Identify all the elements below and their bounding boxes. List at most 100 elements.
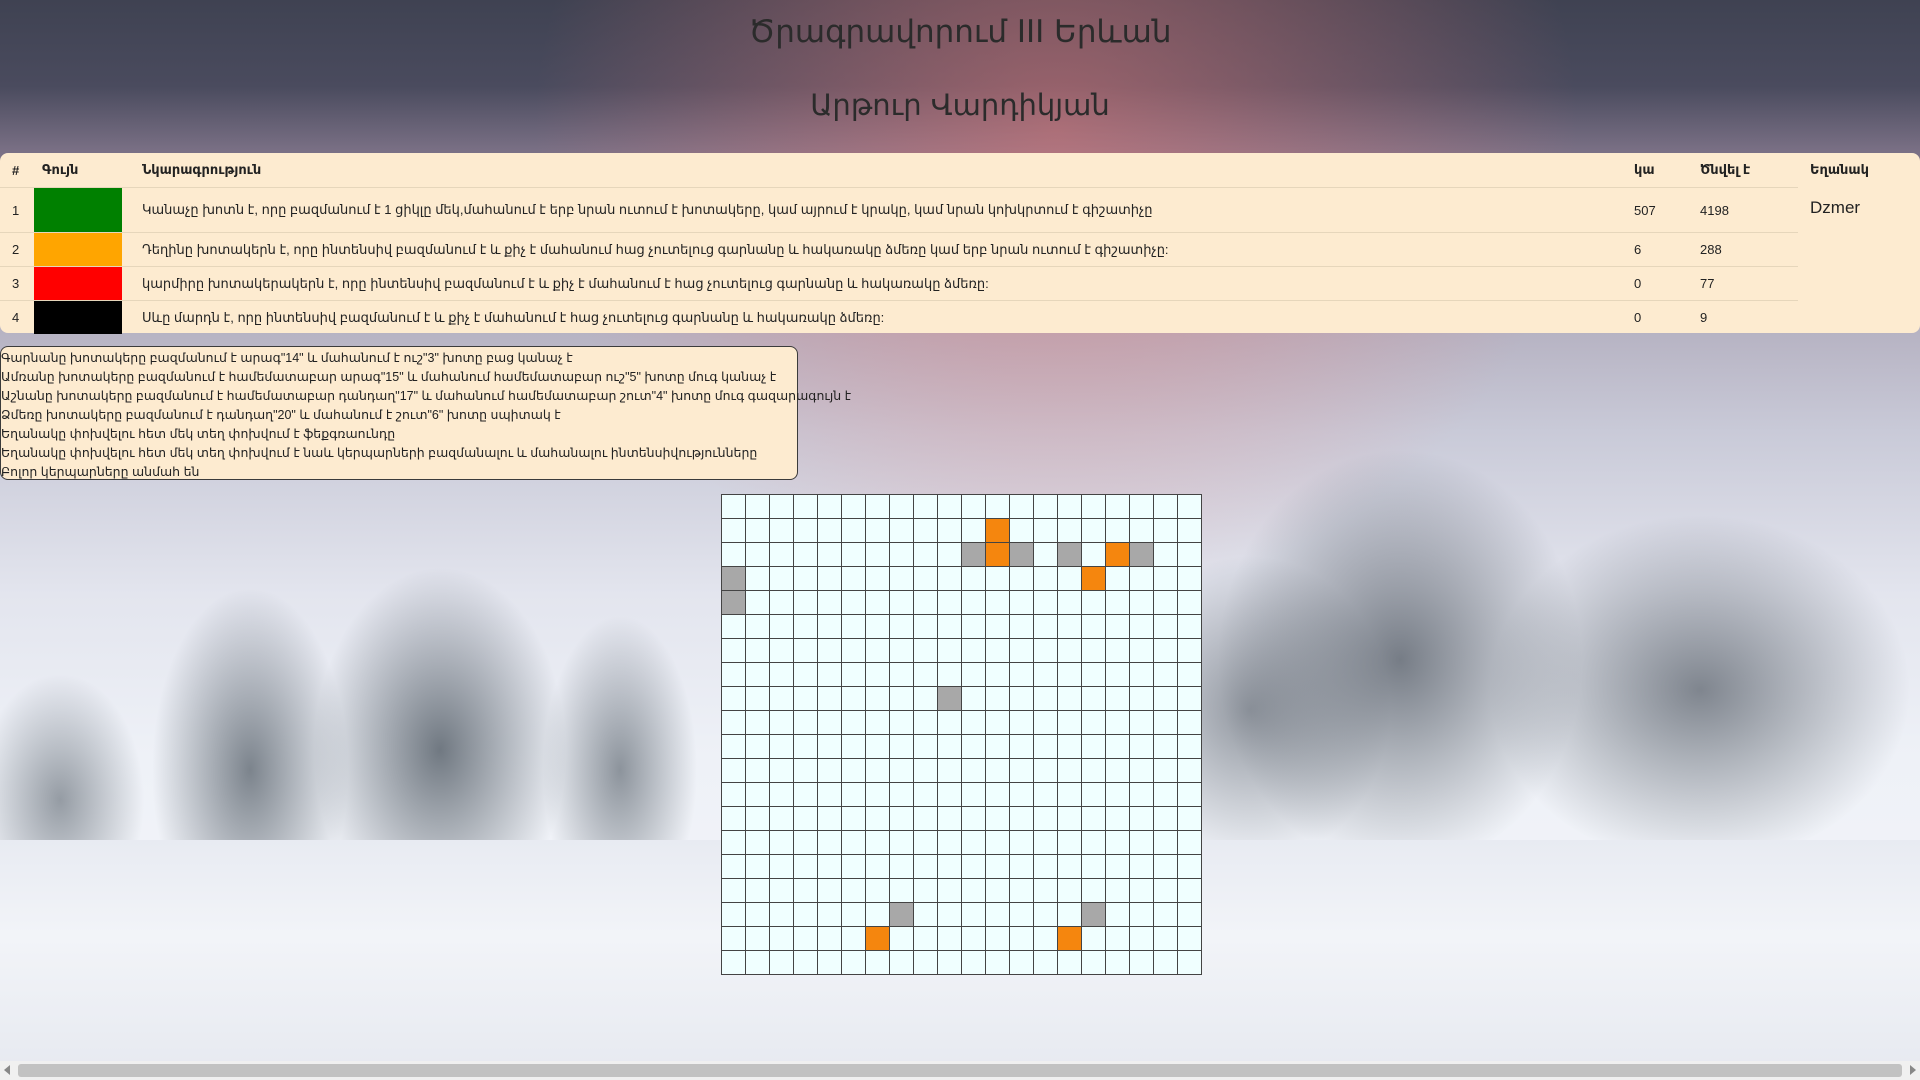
- grid-cell: [1130, 519, 1154, 543]
- grid-cell: [1106, 639, 1130, 663]
- grid-cell: [938, 639, 962, 663]
- grid-cell: [938, 927, 962, 951]
- grid-cell: [1010, 903, 1034, 927]
- grid-cell: [818, 495, 842, 519]
- grid-cell: [866, 879, 890, 903]
- grid-cell: [1130, 735, 1154, 759]
- grid-cell: [1010, 855, 1034, 879]
- weather-value: Dzmer: [1810, 197, 1861, 217]
- grid-cell: [1082, 663, 1106, 687]
- grid-cell: [818, 951, 842, 975]
- grid-cell: [770, 951, 794, 975]
- horizontal-scrollbar[interactable]: [0, 1061, 1920, 1080]
- grid-cell: [1058, 855, 1082, 879]
- grid-cell: [722, 495, 746, 519]
- scroll-left-arrow-icon[interactable]: [4, 1065, 10, 1075]
- grid-cell: [938, 807, 962, 831]
- grid-cell: [1082, 855, 1106, 879]
- grid-cell: [1154, 543, 1178, 567]
- grid-cell: [1130, 903, 1154, 927]
- grid-cell: [794, 927, 818, 951]
- grid-cell: [914, 927, 938, 951]
- scroll-thumb[interactable]: [18, 1064, 1902, 1077]
- grid-cell: [1010, 615, 1034, 639]
- grid-cell: [1058, 495, 1082, 519]
- grid-cell: [842, 735, 866, 759]
- grid-cell: [938, 735, 962, 759]
- grid-cell: [770, 567, 794, 591]
- grid-cell: [1178, 831, 1202, 855]
- color-swatch: [34, 267, 122, 300]
- grid-cell: [722, 783, 746, 807]
- grid-cell-orange: [1082, 567, 1106, 591]
- grid-cell: [1010, 519, 1034, 543]
- grid-cell: [722, 687, 746, 711]
- rule-line: Եղանակը փոխվելու հետ մեկ տեղ փոխվում է ն…: [1, 446, 758, 460]
- grid-cell: [914, 543, 938, 567]
- grid-cell: [962, 711, 986, 735]
- grid-cell: [746, 495, 770, 519]
- row-color-cell: [34, 232, 130, 267]
- grid-cell: [746, 663, 770, 687]
- rule-line: Ամռանը խոտակերը բազմանում է համեմատաբար …: [1, 370, 777, 384]
- grid-cell: [890, 615, 914, 639]
- scroll-right-arrow-icon[interactable]: [1910, 1065, 1916, 1075]
- grid-cell: [938, 903, 962, 927]
- grid-cell: [818, 807, 842, 831]
- grid-cell: [866, 903, 890, 927]
- grid-cell: [818, 567, 842, 591]
- grid-cell: [914, 903, 938, 927]
- grid-cell: [890, 735, 914, 759]
- grid-cell: [1082, 879, 1106, 903]
- grid-cell: [1010, 567, 1034, 591]
- grid-cell: [1082, 711, 1106, 735]
- grid-cell: [914, 591, 938, 615]
- grid-cell: [866, 543, 890, 567]
- grid-cell: [1010, 831, 1034, 855]
- grid-cell: [1082, 591, 1106, 615]
- grid-cell: [1106, 591, 1130, 615]
- grid-cell: [1154, 927, 1178, 951]
- grid-cell: [794, 711, 818, 735]
- grid-cell: [1082, 615, 1106, 639]
- row-color-cell: [34, 187, 130, 233]
- grid-cell: [1082, 759, 1106, 783]
- grid-cell: [722, 951, 746, 975]
- grid-cell: [1154, 759, 1178, 783]
- grid-cell: [1058, 687, 1082, 711]
- grid-cell: [1034, 951, 1058, 975]
- grid-cell: [1130, 783, 1154, 807]
- grid-cell: [842, 711, 866, 735]
- grid-cell: [746, 735, 770, 759]
- grid-cell: [938, 495, 962, 519]
- grid-cell: [1130, 591, 1154, 615]
- grid-cell: [890, 591, 914, 615]
- grid-cell: [794, 615, 818, 639]
- grid-cell: [1034, 567, 1058, 591]
- grid-cell: [1178, 687, 1202, 711]
- grid-cell: [722, 735, 746, 759]
- header-born: Ծնվել է: [1700, 162, 1751, 177]
- grid-cell: [818, 639, 842, 663]
- grid-cell: [986, 495, 1010, 519]
- grid-cell: [818, 663, 842, 687]
- grid-cell-gray: [1082, 903, 1106, 927]
- grid-cell: [1130, 615, 1154, 639]
- grid-cell: [746, 855, 770, 879]
- grid-cell: [938, 543, 962, 567]
- grid-cell-orange: [866, 927, 890, 951]
- grid-cell: [818, 543, 842, 567]
- grid-cell: [962, 783, 986, 807]
- grid-cell: [770, 855, 794, 879]
- grid-cell: [746, 807, 770, 831]
- grid-cell-orange: [1106, 543, 1130, 567]
- grid-cell: [962, 927, 986, 951]
- grid-cell: [770, 519, 794, 543]
- grid-cell: [1010, 807, 1034, 831]
- grid-cell: [794, 639, 818, 663]
- grid-cell: [1154, 831, 1178, 855]
- grid-cell: [1130, 759, 1154, 783]
- grid-cell: [1034, 903, 1058, 927]
- grid-cell: [722, 615, 746, 639]
- grid-cell: [722, 639, 746, 663]
